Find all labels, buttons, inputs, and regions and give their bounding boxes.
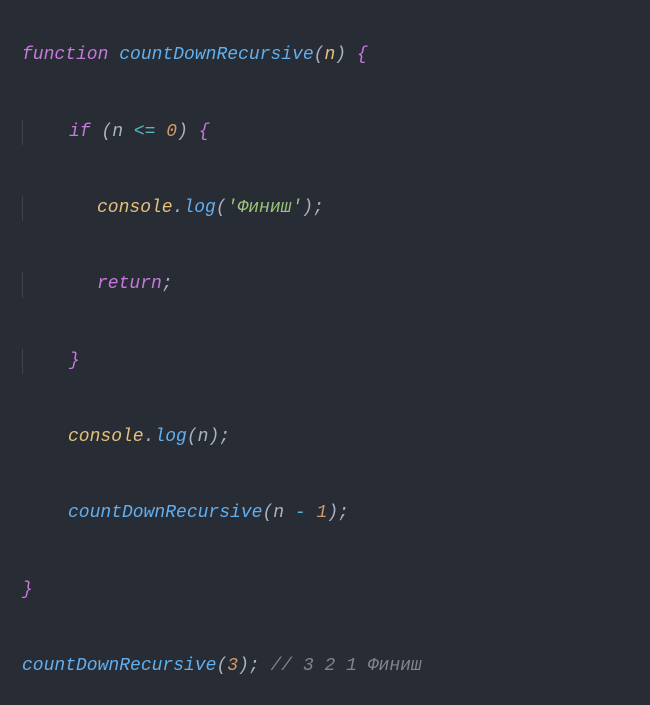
- function-call: countDownRecursive: [22, 656, 216, 676]
- log-method: log: [154, 427, 186, 447]
- code-block: function countDownRecursive(n) { if (n <…: [22, 18, 628, 705]
- number-one: 1: [317, 503, 328, 523]
- code-line-7: countDownRecursive(n - 1);: [22, 501, 628, 526]
- code-line-9: countDownRecursive(3); // 3 2 1 Финиш: [22, 654, 628, 679]
- string-finish: 'Финиш': [227, 198, 303, 218]
- code-line-2: if (n <= 0) {: [22, 120, 628, 145]
- console-object: console: [68, 427, 144, 447]
- function-name: countDownRecursive: [119, 45, 313, 65]
- operator-lte: <=: [134, 122, 156, 142]
- keyword-return: return: [97, 274, 162, 294]
- code-line-3: console.log('Финиш');: [22, 196, 628, 221]
- code-line-5: }: [22, 349, 628, 374]
- code-line-6: console.log(n);: [22, 425, 628, 450]
- code-line-4: return;: [22, 272, 628, 297]
- operator-minus: -: [295, 503, 306, 523]
- code-line-1: function countDownRecursive(n) {: [22, 43, 628, 68]
- param-n: n: [324, 45, 335, 65]
- code-line-8: }: [22, 578, 628, 603]
- number-three: 3: [227, 656, 238, 676]
- keyword-if: if: [69, 122, 91, 142]
- number-zero: 0: [166, 122, 177, 142]
- console-object: console: [97, 198, 173, 218]
- comment: // 3 2 1 Финиш: [271, 656, 422, 676]
- log-method: log: [183, 198, 215, 218]
- keyword-function: function: [22, 45, 108, 65]
- recursive-call: countDownRecursive: [68, 503, 262, 523]
